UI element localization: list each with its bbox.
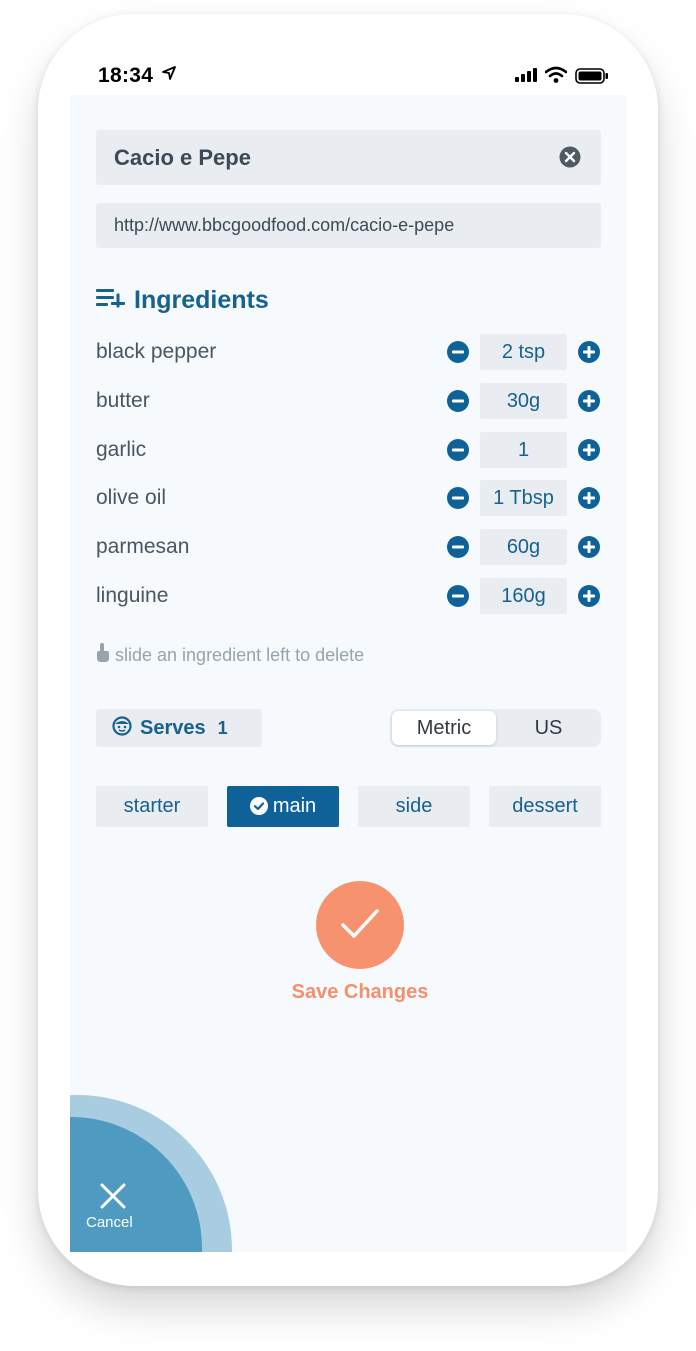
- ingredient-name: butter: [96, 389, 150, 412]
- course-dessert[interactable]: dessert: [489, 786, 601, 827]
- edit-recipe-screen: Cacio e Pepe http://www.bbcgoodfood.com/…: [70, 95, 627, 1252]
- plus-icon[interactable]: [578, 390, 600, 412]
- serves-count: 1: [217, 717, 228, 738]
- unit-option-us[interactable]: US: [498, 711, 599, 745]
- ingredients-heading: Ingredients: [96, 286, 269, 315]
- face-icon: [112, 715, 132, 741]
- ingredient-row[interactable]: garlic 1: [96, 432, 601, 468]
- ingredient-name: olive oil: [96, 486, 167, 509]
- ingredient-quantity[interactable]: 160g: [480, 578, 567, 614]
- ingredient-row[interactable]: linguine 160g: [96, 578, 601, 614]
- ingredient-quantity[interactable]: 2 tsp: [480, 334, 567, 370]
- plus-icon[interactable]: [578, 487, 600, 509]
- ingredient-row[interactable]: parmesan 60g: [96, 529, 601, 565]
- status-time: 18:34: [98, 64, 154, 87]
- delete-hint: slide an ingredient left to delete: [96, 643, 364, 668]
- ingredient-row[interactable]: black pepper 2 tsp: [96, 334, 601, 370]
- recipe-url-value: http://www.bbcgoodfood.com/cacio-e-pepe: [114, 215, 455, 235]
- delete-hint-text: slide an ingredient left to delete: [115, 645, 365, 665]
- minus-icon[interactable]: [447, 341, 469, 363]
- check-icon: [249, 789, 268, 830]
- course-label: side: [395, 795, 433, 817]
- course-label: main: [272, 795, 317, 817]
- course-starter[interactable]: starter: [96, 786, 208, 827]
- course-label: dessert: [512, 795, 578, 817]
- add-list-icon[interactable]: [96, 288, 128, 313]
- recipe-title-value: Cacio e Pepe: [114, 144, 251, 170]
- plus-icon[interactable]: [578, 341, 600, 363]
- ingredient-quantity[interactable]: 1: [480, 432, 567, 468]
- plus-icon[interactable]: [578, 439, 600, 461]
- ingredient-quantity[interactable]: 30g: [480, 383, 567, 419]
- swipe-hand-icon: [96, 643, 110, 668]
- units-toggle[interactable]: Metric US: [390, 709, 601, 747]
- save-button[interactable]: [316, 881, 404, 969]
- ingredient-row[interactable]: butter 30g: [96, 383, 601, 419]
- battery-icon: [575, 68, 609, 89]
- ingredient-name: black pepper: [96, 340, 217, 363]
- cancel-label[interactable]: Cancel: [86, 1214, 133, 1231]
- serves-label: Serves: [140, 716, 206, 739]
- minus-icon[interactable]: [447, 585, 469, 607]
- recipe-url-input[interactable]: http://www.bbcgoodfood.com/cacio-e-pepe: [96, 203, 601, 248]
- minus-icon[interactable]: [447, 439, 469, 461]
- location-arrow-icon: [162, 66, 176, 85]
- minus-icon[interactable]: [447, 536, 469, 558]
- plus-icon[interactable]: [578, 585, 600, 607]
- course-label: starter: [123, 795, 181, 817]
- course-main[interactable]: main: [227, 786, 339, 827]
- clear-icon[interactable]: [559, 146, 581, 173]
- ingredient-name: garlic: [96, 438, 147, 461]
- recipe-title-input[interactable]: Cacio e Pepe: [96, 130, 601, 185]
- unit-option-metric[interactable]: Metric: [392, 711, 496, 745]
- ingredient-name: parmesan: [96, 535, 190, 558]
- ingredient-row[interactable]: olive oil 1 Tbsp: [96, 480, 601, 516]
- signal-icon: [515, 68, 539, 87]
- serves-button[interactable]: Serves 1: [96, 709, 262, 747]
- minus-icon[interactable]: [447, 390, 469, 412]
- ingredient-quantity[interactable]: 1 Tbsp: [480, 480, 567, 516]
- close-icon[interactable]: [99, 1182, 127, 1215]
- ingredient-quantity[interactable]: 60g: [480, 529, 567, 565]
- wifi-icon: [544, 66, 568, 88]
- plus-icon[interactable]: [578, 536, 600, 558]
- minus-icon[interactable]: [447, 487, 469, 509]
- ingredients-heading-label: Ingredients: [134, 286, 269, 314]
- status-bar: 18:34: [70, 56, 627, 94]
- course-side[interactable]: side: [358, 786, 470, 827]
- save-label[interactable]: Save Changes: [260, 981, 460, 1004]
- check-icon: [341, 909, 379, 938]
- ingredient-name: linguine: [96, 584, 169, 607]
